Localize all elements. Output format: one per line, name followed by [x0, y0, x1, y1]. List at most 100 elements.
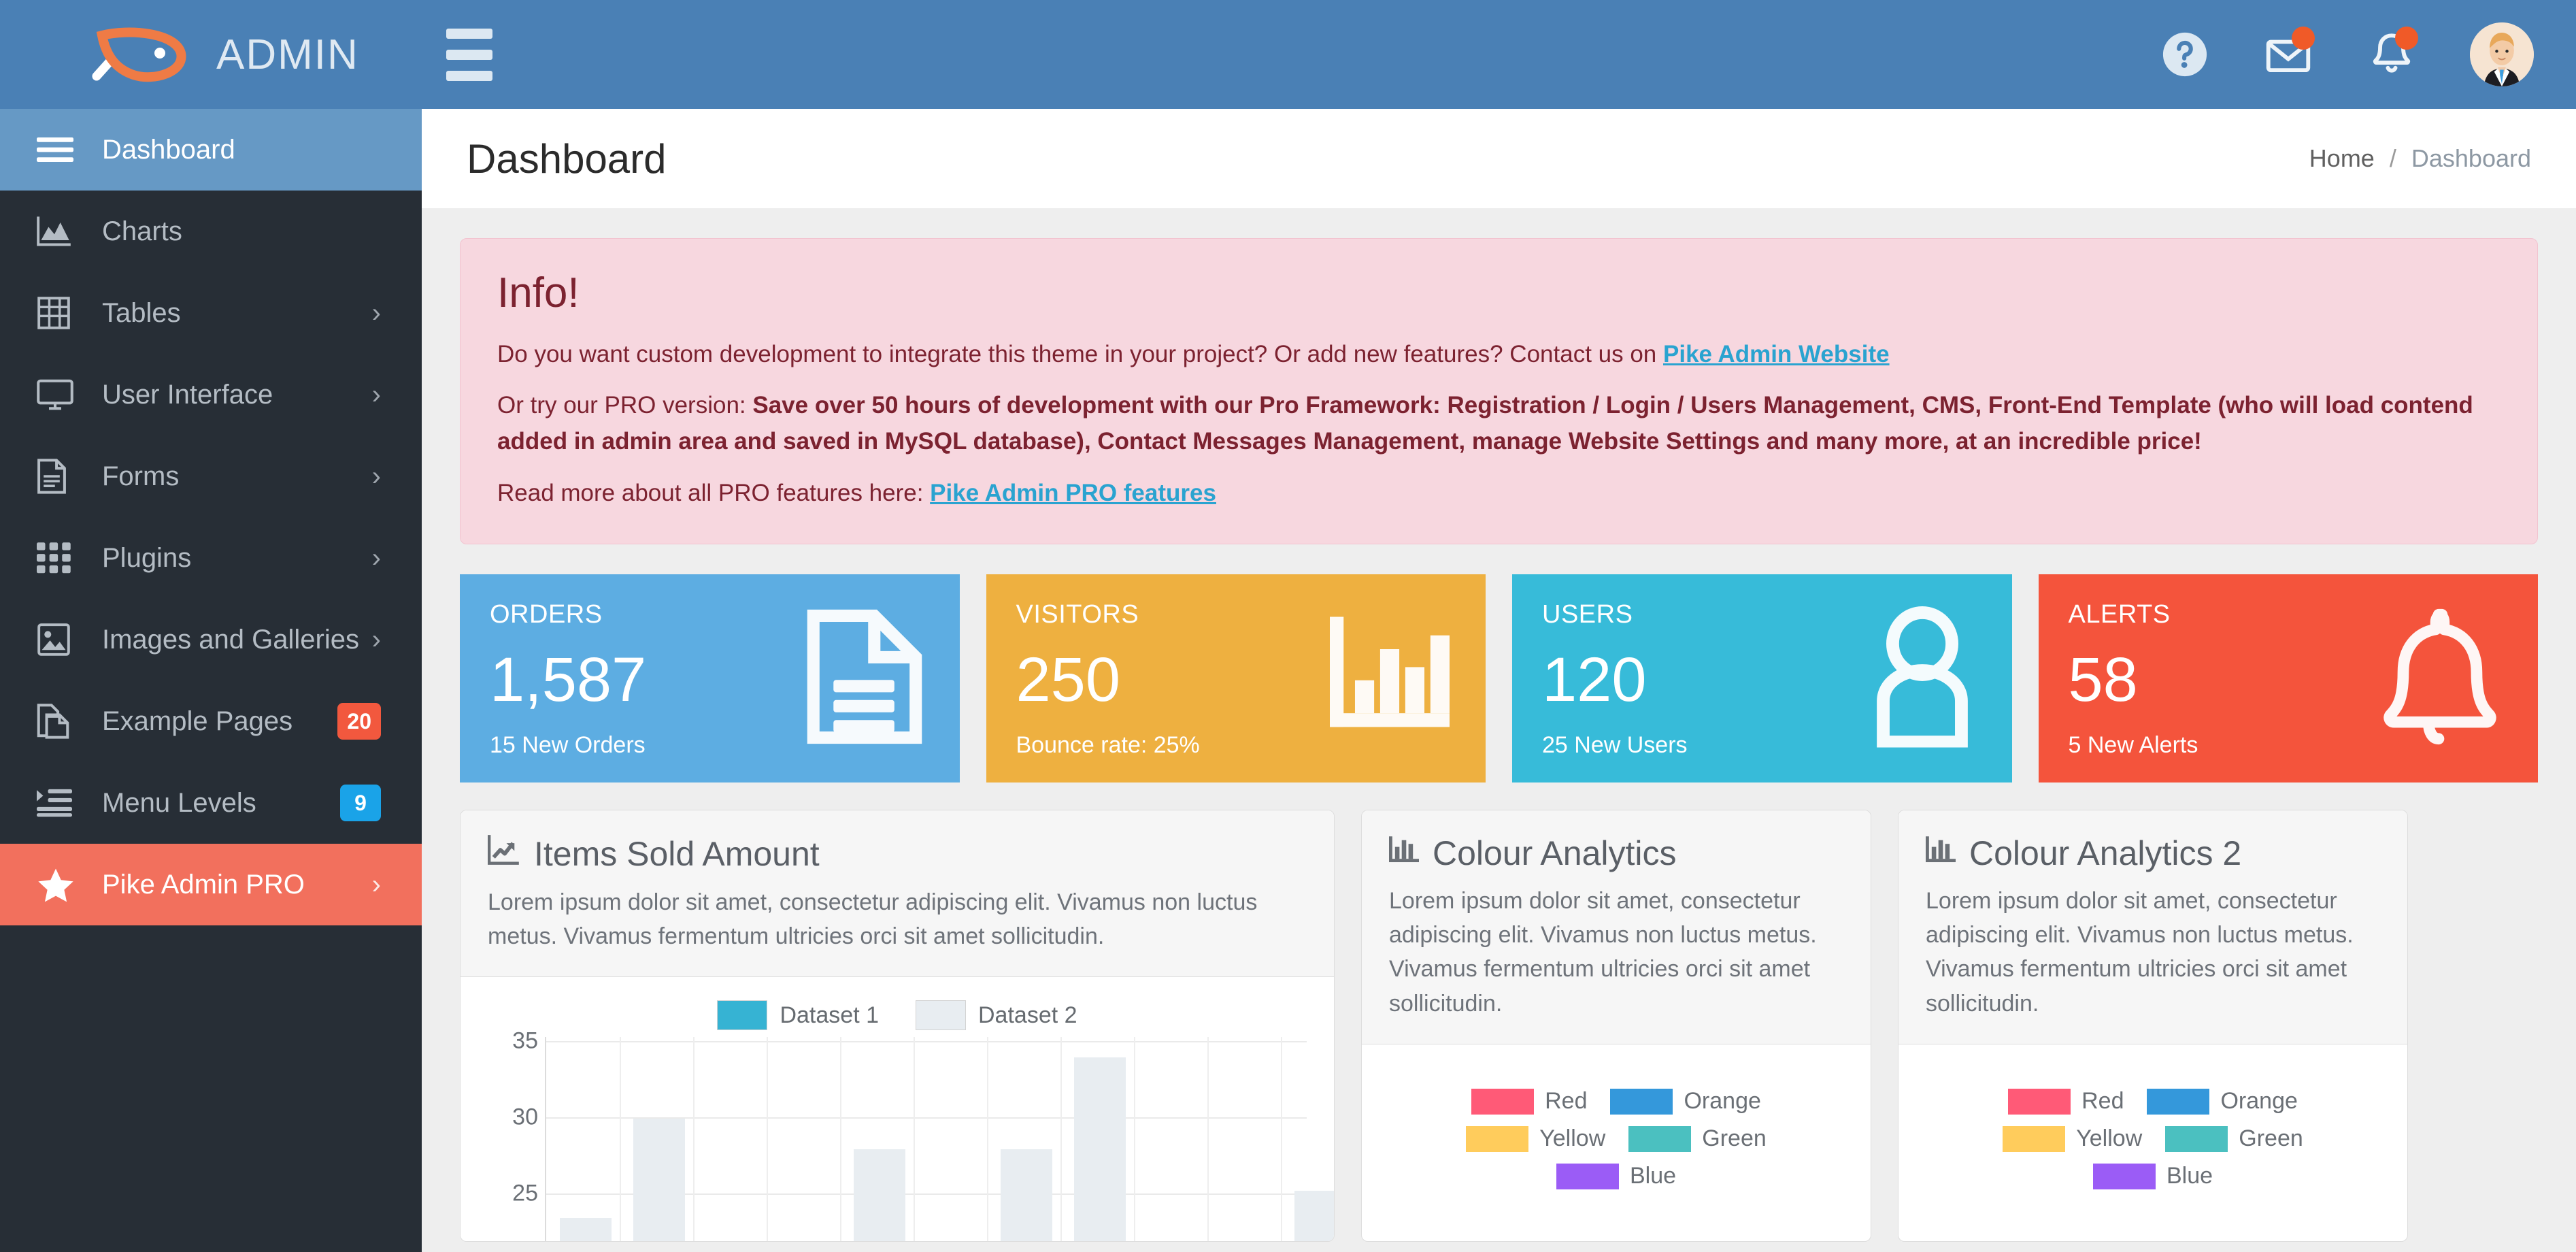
sidebar-item-charts[interactable]: Charts [0, 191, 422, 272]
legend-swatch [1610, 1088, 1673, 1115]
bar[interactable] [560, 1218, 612, 1242]
help-button[interactable] [2160, 29, 2210, 80]
notifications-badge [2395, 27, 2418, 50]
hamburger-icon [446, 28, 492, 39]
hamburger-icon [446, 70, 492, 81]
breadcrumb-separator: / [2389, 144, 2396, 172]
image-icon [37, 623, 90, 656]
sidebar-item-dashboard[interactable]: Dashboard [0, 109, 422, 191]
brand-logo[interactable]: ADMIN [0, 0, 422, 109]
panel-header: Colour Analytics 2 Lorem ipsum dolor sit… [1898, 810, 2407, 1044]
copy-pages-icon [37, 704, 90, 739]
panel-header: Items Sold Amount Lorem ipsum dolor sit … [461, 810, 1334, 978]
panel-description: Lorem ipsum dolor sit amet, consectetur … [488, 889, 1258, 950]
menu-toggle-button[interactable] [422, 0, 517, 109]
breadcrumb-home-link[interactable]: Home [2309, 144, 2375, 172]
breadcrumb: Home / Dashboard [2309, 144, 2531, 173]
bar[interactable] [633, 1119, 685, 1242]
legend-label: Dataset 1 [780, 1002, 879, 1028]
legend-item[interactable]: Green [2165, 1125, 2303, 1152]
sidebar-item-label: Dashboard [102, 134, 235, 165]
main-content: Dashboard Home / Dashboard Info! Do you … [422, 109, 2576, 1252]
legend-item[interactable]: Orange [2147, 1088, 2298, 1115]
legend-item[interactable]: Dataset 1 [717, 1000, 879, 1031]
bar[interactable] [854, 1149, 905, 1242]
alert-line-1: Do you want custom development to integr… [497, 336, 2500, 372]
bar[interactable] [1074, 1057, 1126, 1242]
sidebar-item-tables[interactable]: Tables › [0, 272, 422, 354]
legend-item[interactable]: Red [2008, 1088, 2124, 1115]
sidebar-item-images-and-galleries[interactable]: Images and Galleries › [0, 599, 422, 680]
alert-line-2-strong: Save over 50 hours of development with o… [497, 392, 2473, 455]
legend-swatch [1471, 1088, 1535, 1115]
sidebar-item-user-interface[interactable]: User Interface › [0, 354, 422, 435]
alert-line-3-text: Read more about all PRO features here: [497, 479, 931, 506]
bar[interactable] [1001, 1149, 1052, 1242]
sidebar-item-forms[interactable]: Forms › [0, 435, 422, 517]
stat-card-visitors[interactable]: VISITORS 250 Bounce rate: 25% [986, 574, 1486, 782]
bar-chart-icon [1329, 616, 1450, 740]
document-icon [37, 459, 90, 494]
legend-item[interactable]: Orange [1610, 1088, 1761, 1115]
panel-body: Red Orange Yellow Green Blue [1362, 1044, 1871, 1225]
panel-items-sold-amount: Items Sold Amount Lorem ipsum dolor sit … [460, 809, 1335, 1242]
colour-legend-row: Yellow Green [1389, 1125, 1843, 1152]
panel-title-row: Items Sold Amount [488, 834, 1307, 874]
chevron-right-icon: › [371, 461, 381, 491]
alert-line-2: Or try our PRO version: Save over 50 hou… [497, 387, 2500, 459]
messages-button[interactable] [2263, 27, 2315, 80]
legend-swatch [916, 1000, 966, 1031]
alert-line-2-lead: Or try our PRO version: [497, 392, 753, 419]
status-badge: 9 [340, 785, 381, 821]
stat-card-orders[interactable]: ORDERS 1,587 15 New Orders [460, 574, 960, 782]
sidebar-item-example-pages[interactable]: Example Pages 20 [0, 680, 422, 762]
pike-admin-pro-features-link[interactable]: Pike Admin PRO features [930, 480, 1216, 506]
sidebar-item-label: User Interface [102, 379, 273, 410]
monitor-icon [37, 379, 90, 410]
star-icon [37, 867, 90, 902]
chevron-right-icon: › [371, 543, 381, 573]
colour-legend-row: Blue [1926, 1163, 2380, 1189]
legend-label: Dataset 2 [978, 1002, 1077, 1028]
sidebar-item-label: Pike Admin PRO [102, 869, 305, 900]
content-body: Info! Do you want custom development to … [422, 208, 2576, 1242]
legend-item[interactable]: Dataset 2 [916, 1000, 1077, 1031]
notifications-button[interactable] [2366, 27, 2418, 80]
avatar[interactable] [2470, 22, 2534, 86]
colour-legend: Red Orange Yellow Green Blue [1926, 1068, 2380, 1225]
sidebar-item-menu-levels[interactable]: Menu Levels 9 [0, 762, 422, 844]
stat-card-users[interactable]: USERS 120 25 New Users [1512, 574, 2012, 782]
sidebar-item-label: Plugins [102, 542, 192, 573]
breadcrumb-current: Dashboard [2411, 144, 2531, 172]
legend-item[interactable]: Blue [2092, 1163, 2213, 1189]
bar-chart-icon [1389, 834, 1419, 873]
chart-legend: Dataset 1 Dataset 2 [488, 1000, 1307, 1031]
bell-icon [2375, 606, 2503, 750]
sidebar-item-pike-admin-pro[interactable]: Pike Admin PRO › [0, 844, 422, 925]
page-title: Dashboard [467, 135, 667, 182]
sidebar-item-label: Charts [102, 216, 182, 246]
pike-admin-website-link[interactable]: Pike Admin Website [1663, 341, 1890, 367]
bar[interactable] [1294, 1191, 1334, 1242]
panel-title: Colour Analytics [1433, 834, 1677, 872]
legend-item[interactable]: Yellow [1466, 1125, 1605, 1152]
alert-heading: Info! [497, 269, 580, 316]
legend-item[interactable]: Yellow [2003, 1125, 2142, 1152]
panel-title: Colour Analytics 2 [1969, 834, 2242, 872]
document-icon [805, 608, 924, 748]
line-chart-up-icon [488, 834, 520, 874]
legend-label: Green [2239, 1125, 2303, 1151]
dashboard-panels: Items Sold Amount Lorem ipsum dolor sit … [460, 809, 2538, 1242]
panel-title-row: Colour Analytics 2 [1926, 834, 2380, 873]
stat-card-alerts[interactable]: ALERTS 58 5 New Alerts [2038, 574, 2538, 782]
chevron-right-icon: › [371, 298, 381, 328]
chevron-right-icon: › [371, 625, 381, 655]
legend-item[interactable]: Blue [1556, 1163, 1676, 1189]
colour-legend-row: Red Orange [1389, 1088, 1843, 1115]
legend-item[interactable]: Green [1628, 1125, 1767, 1152]
legend-item[interactable]: Red [1471, 1088, 1587, 1115]
legend-label: Red [2081, 1088, 2124, 1114]
sidebar-item-label: Images and Galleries [102, 624, 359, 655]
sidebar-item-plugins[interactable]: Plugins › [0, 517, 422, 599]
sidebar-item-label: Tables [102, 297, 181, 328]
